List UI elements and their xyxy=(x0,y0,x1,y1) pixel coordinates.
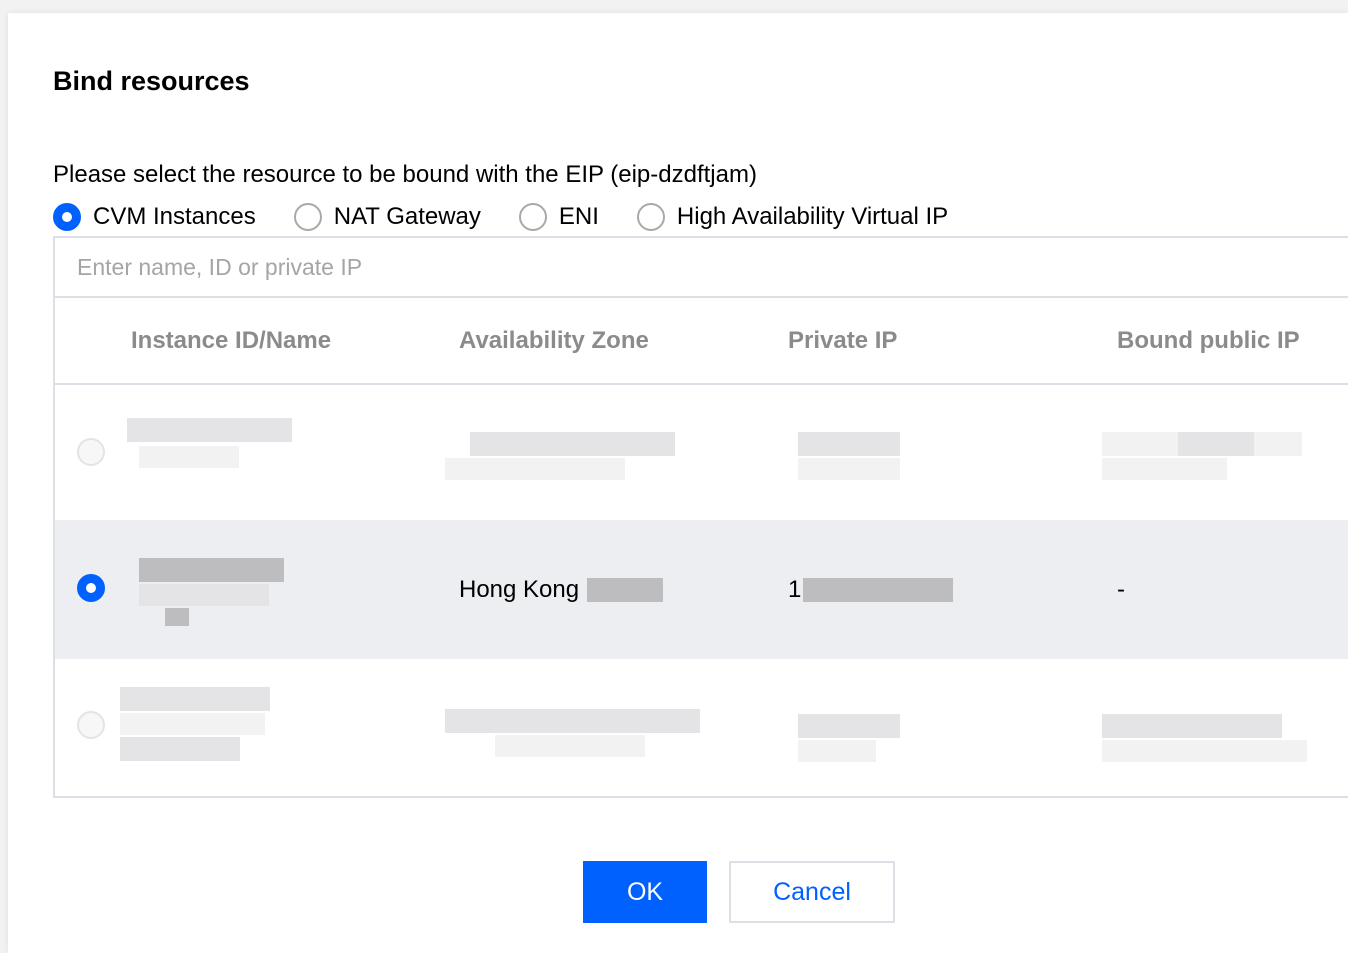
zone-cell: Hong Kong xyxy=(459,572,664,608)
search-box xyxy=(53,236,1348,298)
public-ip-cell-redacted xyxy=(1102,714,1307,764)
radio-label-havip: High Availability Virtual IP xyxy=(676,203,949,230)
radio-option-eni[interactable]: ENI xyxy=(518,203,599,231)
private-ip-value: 1 xyxy=(788,576,802,603)
resource-type-radio-group: CVM Instances NAT Gateway ENI High Avail… xyxy=(53,199,986,235)
radio-label-nat-gateway: NAT Gateway xyxy=(333,203,481,230)
radio-unchecked-icon[interactable] xyxy=(293,203,322,231)
private-ip-cell-redacted xyxy=(798,432,903,482)
table-row-selected[interactable]: Hong Kong 1 - xyxy=(55,520,1348,659)
public-ip-cell: - xyxy=(1117,572,1125,608)
column-header-zone: Availability Zone xyxy=(459,327,649,354)
table-header: Instance ID/Name Availability Zone Priva… xyxy=(55,298,1348,385)
zone-cell-redacted xyxy=(445,709,700,759)
dialog-title: Bind resources xyxy=(53,66,250,96)
radio-checked-icon[interactable] xyxy=(53,203,81,231)
instance-cell-redacted xyxy=(120,687,280,767)
instance-table: Instance ID/Name Availability Zone Priva… xyxy=(53,298,1348,798)
row-radio-checked-icon[interactable] xyxy=(77,574,105,602)
radio-label-cvm-instances: CVM Instances xyxy=(93,203,256,230)
table-row xyxy=(55,385,1348,520)
table-row xyxy=(55,659,1348,796)
column-header-public-ip: Bound public IP xyxy=(1117,327,1300,354)
public-ip-cell-redacted xyxy=(1102,432,1302,482)
column-header-private-ip: Private IP xyxy=(788,327,898,354)
private-ip-cell-redacted xyxy=(798,714,903,764)
bind-resources-dialog: Bind resources Please select the resourc… xyxy=(8,13,1348,953)
row-radio-disabled-icon xyxy=(77,438,105,466)
radio-unchecked-icon[interactable] xyxy=(518,203,547,231)
private-ip-cell: 1 xyxy=(788,572,954,608)
column-header-instance: Instance ID/Name xyxy=(131,327,332,354)
radio-label-eni: ENI xyxy=(558,203,599,230)
row-radio-disabled-icon xyxy=(77,711,105,739)
radio-unchecked-icon[interactable] xyxy=(636,203,665,231)
radio-option-cvm-instances[interactable]: CVM Instances xyxy=(53,203,256,231)
instance-cell-redacted xyxy=(131,558,306,628)
zone-value: Hong Kong xyxy=(459,576,580,603)
radio-option-nat-gateway[interactable]: NAT Gateway xyxy=(293,203,481,231)
radio-option-havip[interactable]: High Availability Virtual IP xyxy=(636,203,949,231)
dialog-description: Please select the resource to be bound w… xyxy=(53,161,757,188)
search-input[interactable] xyxy=(55,238,1348,296)
public-ip-value: - xyxy=(1117,576,1125,603)
ok-button[interactable]: OK xyxy=(583,861,707,923)
instance-cell-redacted xyxy=(127,418,297,488)
zone-cell-redacted xyxy=(445,432,675,482)
cancel-button[interactable]: Cancel xyxy=(729,861,895,923)
